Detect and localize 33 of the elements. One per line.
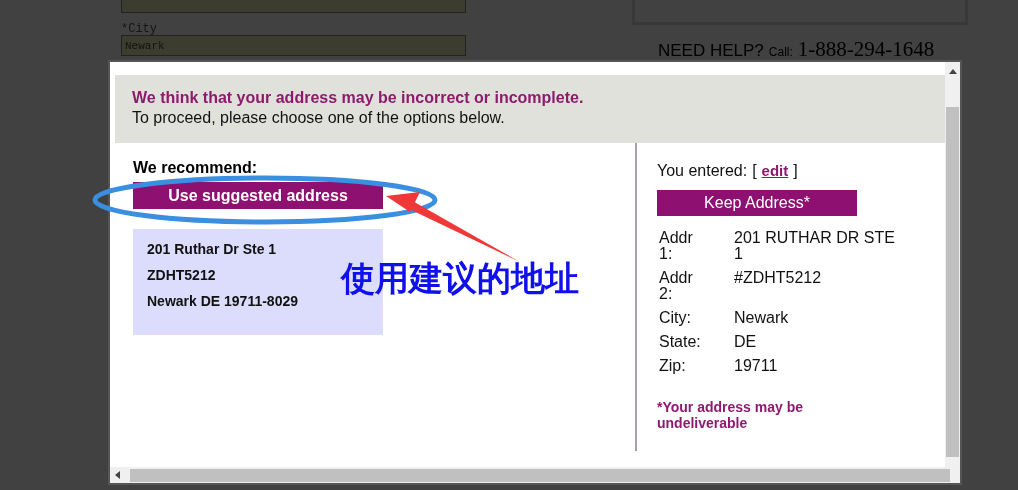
- field-label: Addr 1:: [659, 230, 694, 262]
- vertical-scrollbar[interactable]: [945, 62, 960, 467]
- recommend-heading: We recommend:: [133, 159, 259, 177]
- horizontal-scrollbar[interactable]: [110, 467, 960, 483]
- address-line: ZDHT5212: [147, 267, 217, 284]
- phone-number: 1-888-294-1648: [797, 37, 935, 62]
- field-value: DE: [734, 334, 758, 350]
- use-suggested-address-button[interactable]: Use suggested address: [133, 182, 383, 209]
- address-line: Newark DE 19711-8029: [147, 293, 299, 310]
- address-line: 201 Ruthar Dr Ste 1: [147, 241, 278, 258]
- alert-message: To proceed, please choose one of the options below.: [132, 109, 506, 127]
- annotation-text: 使用建议的地址: [341, 257, 579, 300]
- bracket: [: [752, 162, 757, 180]
- scrollbar-thumb[interactable]: [130, 468, 950, 482]
- entered-label: You entered:: [657, 162, 748, 180]
- field-value: 19711: [734, 358, 779, 374]
- scroll-left-icon[interactable]: [115, 471, 120, 479]
- bracket: ]: [793, 162, 798, 180]
- field-value: 201 RUTHAR DR STE 1: [734, 230, 896, 262]
- warning-text: *Your address may be undeliverable: [657, 399, 805, 431]
- field-value: #ZDHT5212: [734, 270, 823, 288]
- scroll-up-icon[interactable]: [948, 69, 957, 74]
- field-value: Newark: [734, 310, 790, 326]
- edit-link[interactable]: edit: [761, 162, 789, 179]
- field-label: State:: [659, 334, 702, 350]
- keep-address-button[interactable]: Keep Address*: [657, 190, 857, 216]
- field-label: City:: [659, 310, 692, 326]
- alert-title: We think that your address may be incorrect or incomplete.: [132, 89, 585, 107]
- field-label: Addr 2:: [659, 270, 694, 302]
- field-label: Zip:: [659, 358, 687, 374]
- help-heading: NEED HELP?: [658, 41, 764, 61]
- scrollbar-thumb[interactable]: [946, 107, 959, 457]
- call-label: Call:: [768, 45, 793, 59]
